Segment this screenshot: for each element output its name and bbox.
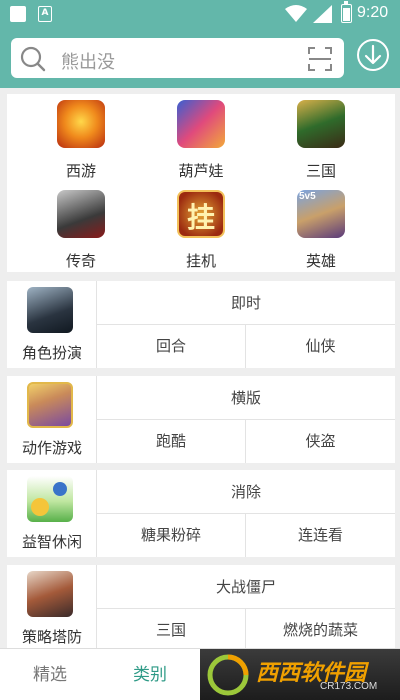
category-name: 动作游戏 <box>21 439 82 457</box>
chuanqi-icon <box>57 190 105 238</box>
subcategory-left[interactable]: 三国 <box>97 609 246 652</box>
category-card-action: 动作游戏 横版 跑酷 侠盗 <box>7 376 395 463</box>
category-card-strategy: 策略塔防 大战僵尸 三国 燃烧的蔬菜 <box>7 565 395 652</box>
download-icon[interactable] <box>356 38 390 72</box>
subcategory-top[interactable]: 消除 <box>97 470 395 514</box>
hot-item-huluwa[interactable]: 葫芦娃 <box>141 100 261 180</box>
subcategory-right[interactable]: 燃烧的蔬菜 <box>246 609 395 652</box>
sanguo-icon <box>297 100 345 148</box>
subcategory-left[interactable]: 跑酷 <box>97 420 246 463</box>
status-bar: A 9:20 <box>0 0 400 28</box>
tab-categories[interactable]: 类别 <box>100 649 200 700</box>
search-header: 熊出没 <box>0 28 400 88</box>
hot-item-label: 英雄 <box>305 252 336 270</box>
guaji-icon: 挂 <box>177 190 225 238</box>
category-name: 策略塔防 <box>21 628 82 646</box>
action-category-icon <box>27 382 73 428</box>
search-input[interactable]: 熊出没 <box>11 38 344 78</box>
subcategory-right[interactable]: 仙侠 <box>246 325 395 368</box>
hot-item-guaji[interactable]: 挂 挂机 <box>141 190 261 270</box>
search-placeholder: 熊出没 <box>61 52 115 73</box>
status-time: 9:20 <box>357 4 389 21</box>
subcategory-right[interactable]: 连连看 <box>246 514 395 557</box>
signal-icon <box>313 5 332 23</box>
yingxiong-icon-text: 5v5 <box>299 191 316 202</box>
guaji-icon-text: 挂 <box>186 201 215 234</box>
hot-item-label: 挂机 <box>185 252 216 270</box>
rpg-category-icon <box>27 287 73 333</box>
xiyou-icon <box>57 100 105 148</box>
strategy-category-icon <box>27 571 73 617</box>
battery-icon <box>341 1 352 23</box>
hot-item-yingxiong[interactable]: 5v5 英雄 <box>261 190 381 270</box>
scan-icon[interactable] <box>308 47 332 71</box>
hot-category-grid: 西游 葫芦娃 三国 传奇 挂 挂机 5v5 英雄 <box>7 94 395 272</box>
watermark-url: CR173.COM <box>320 681 378 692</box>
hot-item-sanguo[interactable]: 三国 <box>261 100 381 180</box>
subcategory-left[interactable]: 回合 <box>97 325 246 368</box>
puzzle-category-icon <box>27 476 73 522</box>
hot-item-xiyou[interactable]: 西游 <box>21 100 141 180</box>
category-rpg[interactable]: 角色扮演 <box>7 281 97 368</box>
bottom-tab-bar: 精选 类别 西西软件园 CR173.COM <box>0 648 400 700</box>
subcategory-top[interactable]: 横版 <box>97 376 395 420</box>
subcategory-top[interactable]: 即时 <box>97 281 395 325</box>
hot-item-label: 传奇 <box>65 252 96 270</box>
hot-item-label: 葫芦娃 <box>178 162 224 180</box>
category-card-puzzle: 益智休闲 消除 糖果粉碎 连连看 <box>7 470 395 557</box>
hot-item-chuanqi[interactable]: 传奇 <box>21 190 141 270</box>
watermark-banner: 西西软件园 CR173.COM <box>200 649 400 700</box>
category-name: 益智休闲 <box>21 533 82 551</box>
hot-item-label: 三国 <box>305 162 336 180</box>
huluwa-icon <box>177 100 225 148</box>
subcategory-left[interactable]: 糖果粉碎 <box>97 514 246 557</box>
category-puzzle[interactable]: 益智休闲 <box>7 470 97 557</box>
subcategory-right[interactable]: 侠盗 <box>246 420 395 463</box>
tab-featured[interactable]: 精选 <box>0 649 100 700</box>
notification-square-icon <box>10 6 26 22</box>
wifi-icon <box>285 5 307 22</box>
category-card-rpg: 角色扮演 即时 回合 仙侠 <box>7 281 395 368</box>
watermark-logo-icon <box>207 654 249 696</box>
category-action[interactable]: 动作游戏 <box>7 376 97 463</box>
category-name: 角色扮演 <box>21 344 82 362</box>
yingxiong-icon: 5v5 <box>297 190 345 238</box>
subcategory-top[interactable]: 大战僵尸 <box>97 565 395 609</box>
search-icon <box>20 46 46 72</box>
hot-item-label: 西游 <box>65 162 96 180</box>
category-strategy[interactable]: 策略塔防 <box>7 565 97 652</box>
a-icon: A <box>38 6 52 22</box>
